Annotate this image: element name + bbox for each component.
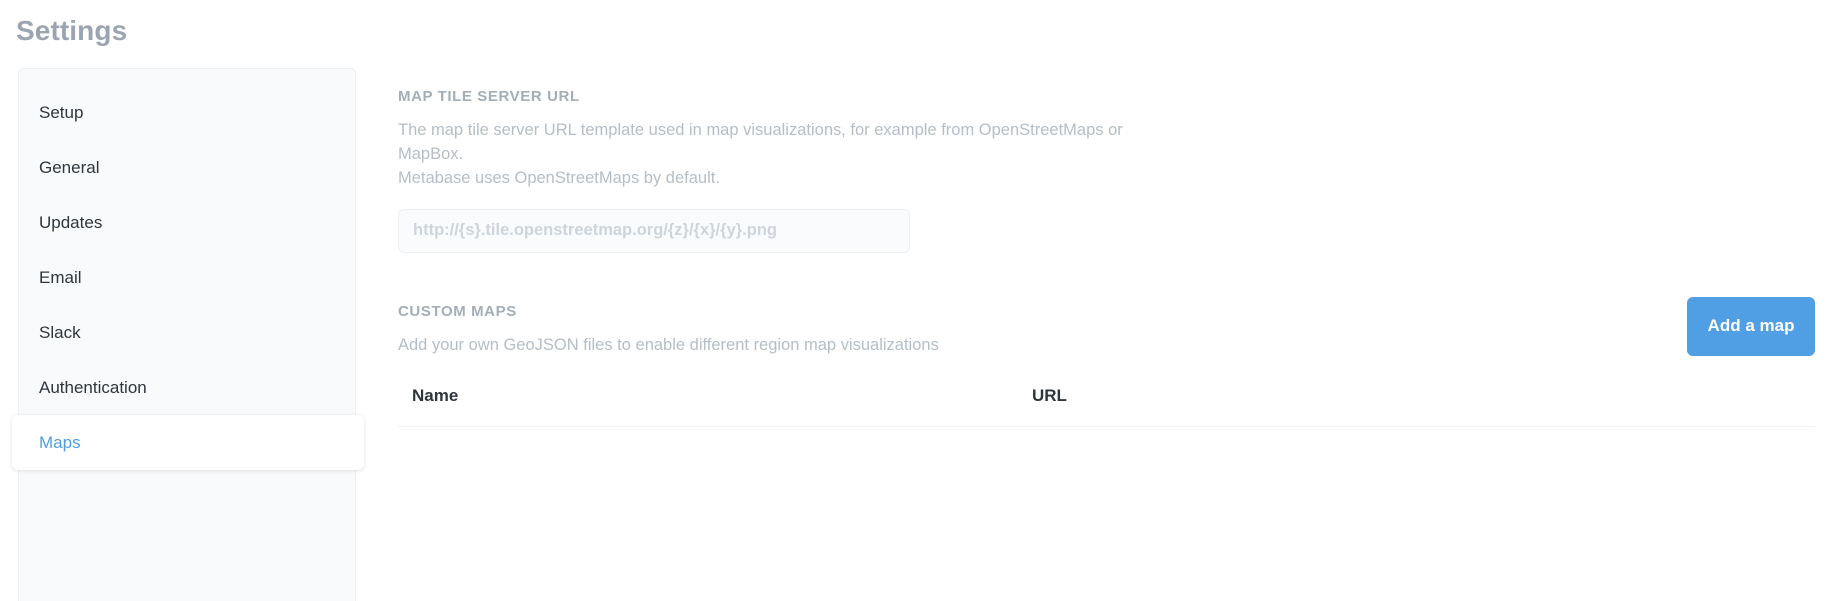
sidebar-item-email[interactable]: Email: [19, 250, 355, 305]
table-column-header-name: Name: [398, 385, 1018, 427]
custom-maps-table-head: Name URL: [398, 385, 1815, 427]
custom-maps-table: Name URL: [398, 385, 1815, 427]
table-header-row: Name URL: [398, 385, 1815, 427]
custom-maps-heading: CUSTOM MAPS: [398, 302, 517, 320]
custom-maps-description: Add your own GeoJSON files to enable dif…: [398, 335, 939, 354]
sidebar-item-authentication[interactable]: Authentication: [19, 360, 355, 415]
map-tile-server-section: MAP TILE SERVER URL The map tile server …: [398, 88, 1815, 253]
map-tile-server-url-input[interactable]: [398, 208, 910, 253]
map-tile-server-description-line-2: Metabase uses OpenStreetMaps by default.: [398, 168, 720, 187]
sidebar-item-label: Slack: [39, 323, 81, 342]
sidebar-item-label: Email: [39, 268, 82, 287]
sidebar-item-list: Setup General Updates Email Slack Authenticat…: [12, 69, 364, 470]
sidebar-item-slack[interactable]: Slack: [19, 305, 355, 360]
map-tile-server-description: The map tile server URL template used in…: [398, 119, 1168, 191]
table-column-header-url: URL: [1018, 385, 1815, 427]
map-tile-server-description-line-1: The map tile server URL template used in…: [398, 121, 1123, 163]
page-title: Settings: [16, 15, 128, 46]
sidebar-item-label: General: [39, 158, 100, 177]
sidebar-item-label: Authentication: [39, 378, 147, 397]
settings-page: Settings Setup General Updates Email Slack Au…: [0, 0, 1835, 601]
custom-maps-section: CUSTOM MAPS Add your own GeoJSON files t…: [398, 296, 1815, 427]
sidebar-item-setup[interactable]: Setup: [19, 85, 355, 140]
settings-main-content: MAP TILE SERVER URL The map tile server …: [398, 88, 1815, 427]
settings-sidebar: Setup General Updates Email Slack Authenticat…: [12, 68, 364, 601]
sidebar-item-general[interactable]: General: [19, 140, 355, 195]
sidebar-item-updates[interactable]: Updates: [19, 195, 355, 250]
map-tile-server-heading: MAP TILE SERVER URL: [398, 88, 580, 105]
sidebar-item-label: Updates: [39, 213, 103, 232]
sidebar-item-maps[interactable]: Maps: [12, 415, 364, 470]
add-a-map-button[interactable]: Add a map: [1687, 296, 1815, 356]
sidebar-item-label: Maps: [39, 433, 81, 452]
sidebar-item-label: Setup: [39, 103, 84, 122]
